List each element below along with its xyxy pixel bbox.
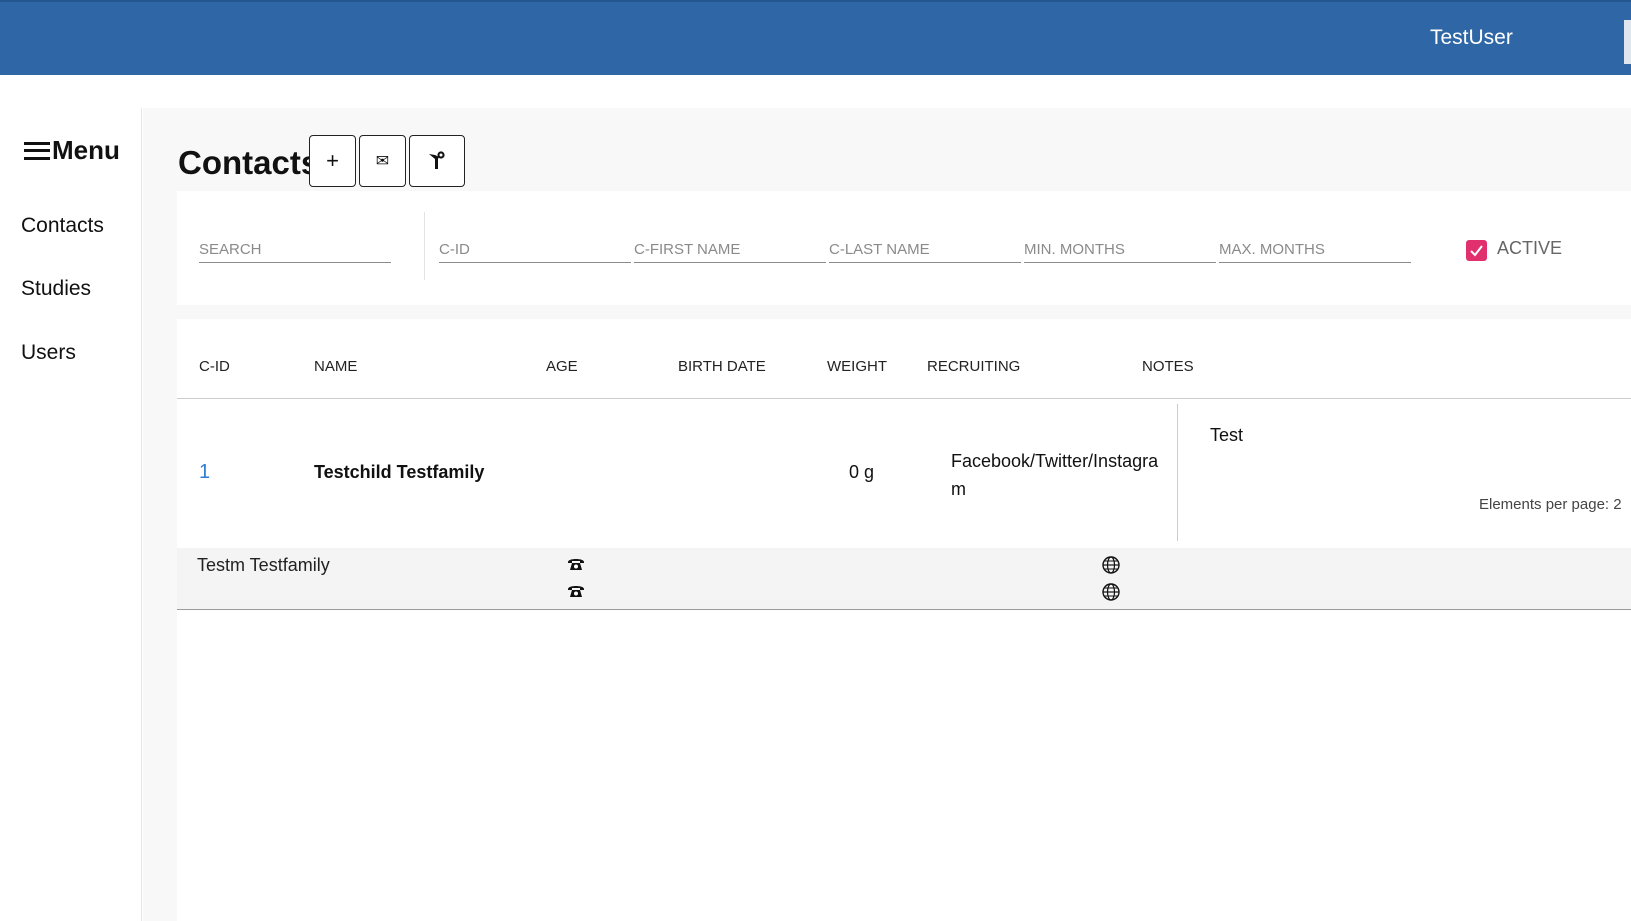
phone-icon[interactable] bbox=[567, 555, 585, 573]
globe-icon[interactable] bbox=[1102, 583, 1120, 601]
hamburger-icon bbox=[24, 141, 50, 160]
contacts-table: C-ID NAME AGE BIRTH DATE WEIGHT RECRUITI… bbox=[177, 319, 1631, 921]
elements-per-page-label: Elements per page: 2 bbox=[1479, 496, 1622, 513]
column-header-name[interactable]: NAME bbox=[314, 358, 357, 375]
column-header-notes[interactable]: NOTES bbox=[1142, 358, 1194, 375]
menu-toggle[interactable]: Menu bbox=[24, 135, 120, 166]
baby-bottle-button[interactable] bbox=[409, 135, 465, 187]
row-notes: Test bbox=[1210, 425, 1244, 445]
phone-icon[interactable] bbox=[567, 582, 585, 600]
header-divider bbox=[177, 398, 1631, 399]
filter-panel: ACTIVE bbox=[177, 191, 1631, 305]
checkmark-icon bbox=[1470, 245, 1483, 257]
user-name[interactable]: TestUser bbox=[1430, 26, 1513, 50]
add-contact-button[interactable]: + bbox=[309, 135, 356, 187]
parent-name: Testm Testfamily bbox=[197, 555, 330, 575]
column-header-weight[interactable]: WEIGHT bbox=[827, 358, 887, 375]
min-months-filter-input[interactable] bbox=[1024, 237, 1216, 263]
active-label: ACTIVE bbox=[1497, 238, 1563, 258]
notes-divider bbox=[1177, 404, 1178, 541]
globe-icon[interactable] bbox=[1102, 556, 1120, 574]
first-name-filter-input[interactable] bbox=[634, 237, 826, 263]
parent-row: Testm Testfamily bbox=[177, 548, 1631, 610]
filter-divider bbox=[424, 212, 425, 280]
row-child-name: Testchild Testfamily bbox=[314, 462, 485, 482]
sidebar-item-contacts[interactable]: Contacts bbox=[21, 214, 104, 238]
main-content: Contacts + ✉ ACTIVE C-ID NAME AGE BIRTH … bbox=[143, 108, 1631, 921]
sidebar: Menu Contacts Studies Users bbox=[0, 108, 142, 921]
top-bar: TestUser bbox=[0, 0, 1631, 75]
column-header-cid[interactable]: C-ID bbox=[199, 358, 230, 375]
page-title: Contacts bbox=[178, 144, 320, 181]
sidebar-item-studies[interactable]: Studies bbox=[21, 277, 91, 301]
column-header-recruiting[interactable]: RECRUITING bbox=[927, 358, 1020, 375]
menu-label: Menu bbox=[52, 135, 120, 165]
add-button-label: + bbox=[326, 148, 339, 173]
max-months-filter-input[interactable] bbox=[1219, 237, 1411, 263]
row-recruiting: Facebook/Twitter/Instagram bbox=[951, 451, 1159, 499]
row-cid-link[interactable]: 1 bbox=[199, 461, 210, 484]
last-name-filter-input[interactable] bbox=[829, 237, 1021, 263]
active-checkbox[interactable] bbox=[1466, 240, 1487, 261]
column-header-birth-date[interactable]: BIRTH DATE bbox=[678, 358, 766, 375]
mail-button[interactable]: ✉ bbox=[359, 135, 406, 187]
mail-icon: ✉ bbox=[375, 153, 390, 170]
baby-bottle-icon bbox=[429, 151, 445, 169]
sidebar-item-users[interactable]: Users bbox=[21, 341, 76, 365]
row-weight: 0 g bbox=[849, 462, 875, 482]
top-bar-edge-button[interactable] bbox=[1624, 20, 1631, 64]
search-input[interactable] bbox=[199, 237, 391, 263]
cid-filter-input[interactable] bbox=[439, 237, 631, 263]
column-header-age[interactable]: AGE bbox=[546, 358, 578, 375]
